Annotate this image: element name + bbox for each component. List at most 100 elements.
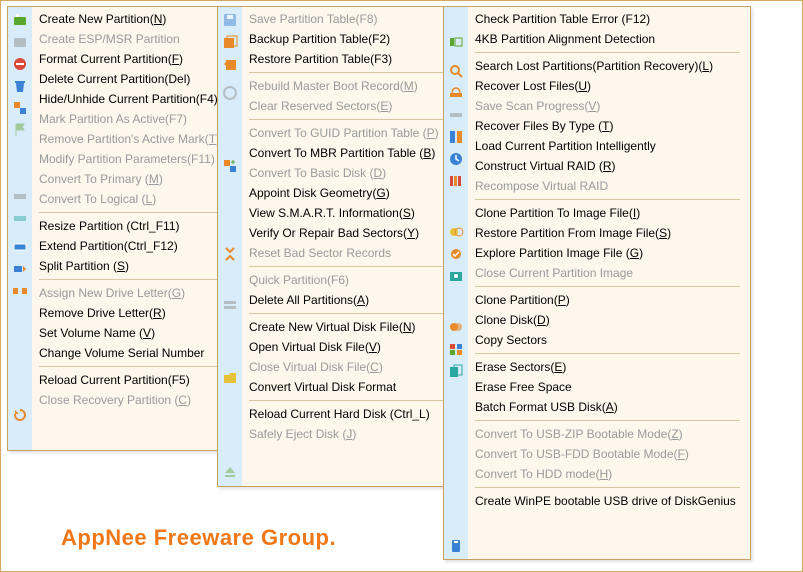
menu-item-create-new-virtual-disk-file-n[interactable]: Create New Virtual Disk File(N) [245,317,449,337]
menu-item-convert-virtual-disk-format[interactable]: Convert Virtual Disk Format [245,377,449,397]
menu-item-label: Backup Partition Table(F2) [245,29,400,49]
clone1-icon [445,316,467,338]
restore-icon [219,53,241,75]
menu-item-clone-partition-to-image-file-i[interactable]: Clone Partition To Image File(I) [471,203,746,223]
menu-item-remove-partition-s-active-mark-t: Remove Partition's Active Mark(T) [35,129,230,149]
menu-item-open-virtual-disk-file-v[interactable]: Open Virtual Disk File(V) [245,337,449,357]
mnemonic-underline: V [143,326,151,340]
menu-item-search-lost-partitions-partition-recover[interactable]: Search Lost Partitions(Partition Recover… [471,56,746,76]
menu-item-restore-partition-table-f3[interactable]: Restore Partition Table(F3) [245,49,449,69]
menu-separator [475,420,740,421]
menu-item-label: Search Lost Partitions(Partition Recover… [471,56,723,76]
blank-icon [219,177,241,199]
blank-icon [445,433,467,455]
menu-item-recover-lost-files-u[interactable]: Recover Lost Files(U) [471,76,746,96]
mnemonic-underline: D [373,166,382,180]
resize-icon [9,236,31,258]
menu-item-resize-partition-ctrl-f11[interactable]: Resize Partition (Ctrl_F11) [35,216,230,236]
blank-icon [445,287,467,309]
menu-item-label: Restore Partition From Image File(S) [471,223,681,243]
menu-item-explore-partition-image-file-g[interactable]: Explore Partition Image File (G) [471,243,746,263]
menu-item-quick-partition-f6: Quick Partition(F6) [245,270,449,290]
menu-item-convert-to-mbr-partition-table-b[interactable]: Convert To MBR Partition Table (B) [245,143,449,163]
menu-separator [39,212,224,213]
menu-item-delete-all-partitions-a[interactable]: Delete All Partitions(A) [245,290,449,310]
menu-item-label: Explore Partition Image File (G) [471,243,653,263]
menu-item-clone-partition-p[interactable]: Clone Partition(P) [471,290,746,310]
menu-item-modify-partition-parameters-f11: Modify Partition Parameters(F11) [35,149,230,169]
blank-icon [219,411,241,433]
menu-item-load-current-partition-intelligently[interactable]: Load Current Partition Intelligently [471,136,746,156]
menu-item-backup-partition-table-f2[interactable]: Backup Partition Table(F2) [245,29,449,49]
menu-item-extend-partition-ctrl-f12[interactable]: Extend Partition(Ctrl_F12) [35,236,230,256]
menu-item-appoint-disk-geometry-g[interactable]: Appoint Disk Geometry(G) [245,183,449,203]
menu-item-copy-sectors[interactable]: Copy Sectors [471,330,746,350]
menu-item-erase-free-space[interactable]: Erase Free Space [471,377,746,397]
menu-item-construct-virtual-raid-r[interactable]: Construct Virtual RAID (R) [471,156,746,176]
trash-icon [9,75,31,97]
menu-item-label: Reset Bad Sector Records [245,243,401,263]
menu-item-label: Batch Format USB Disk(A) [471,397,628,417]
menu-item-recover-files-by-type-t[interactable]: Recover Files By Type (T) [471,116,746,136]
blank-icon [219,316,241,338]
menu-item-remove-drive-letter-r[interactable]: Remove Drive Letter(R) [35,303,230,323]
mnemonic-underline: M [149,172,159,186]
menu-item-clone-disk-d[interactable]: Clone Disk(D) [471,310,746,330]
menu-item-change-volume-serial-number[interactable]: Change Volume Serial Number [35,343,230,363]
menu-item-convert-to-guid-partition-table-p: Convert To GUID Partition Table (P) [245,123,449,143]
menu-item-label: Save Scan Progress(V) [471,96,610,116]
eject-icon [219,462,241,484]
menu-item-batch-format-usb-disk-a[interactable]: Batch Format USB Disk(A) [471,397,746,417]
menu-item-label: Remove Drive Letter(R) [35,303,176,323]
menu-item-reload-current-partition-f5[interactable]: Reload Current Partition(F5) [35,370,230,390]
blank-icon [219,440,241,462]
mnemonic-underline: P [427,126,435,140]
mnemonic-underline: H [600,467,609,481]
blank-icon [9,309,31,331]
menu-item-delete-current-partition-del[interactable]: Delete Current Partition(Del) [35,69,230,89]
menu-item-4kb-partition-alignment-detection[interactable]: 4KB Partition Alignment Detection [471,29,746,49]
menu-item-hide-unhide-current-partition-f4[interactable]: Hide/Unhide Current Partition(F4) [35,89,230,109]
menu-item-create-winpe-bootable-usb-drive-of-diskg[interactable]: Create WinPE bootable USB drive of DiskG… [471,491,746,511]
flag-icon [9,119,31,141]
menu-item-label: Resize Partition (Ctrl_F11) [35,216,189,236]
menu-item-view-s-m-a-r-t-information-s[interactable]: View S.M.A.R.T. Information(S) [245,203,449,223]
menu-item-close-recovery-partition-c: Close Recovery Partition (C) [35,390,230,410]
watermark-text: AppNee Freeware Group. [61,525,336,551]
menu-item-check-partition-table-error-f12[interactable]: Check Partition Table Error (F12) [471,9,746,29]
menu-item-label: 4KB Partition Alignment Detection [471,29,665,49]
menu-item-label: Convert To USB-ZIP Bootable Mode(Z) [471,424,693,444]
menu-item-save-scan-progress-v: Save Scan Progress(V) [471,96,746,116]
blank-icon [445,411,467,433]
mnemonic-underline: S [659,226,667,240]
menu-item-label: Mark Partition As Active(F7) [35,109,197,129]
blank-icon [445,389,467,411]
blank-icon [9,163,31,185]
menu-item-erase-sectors-e[interactable]: Erase Sectors(E) [471,357,746,377]
menu-icon-gutter [8,7,32,450]
menu-item-convert-to-usb-fdd-bootable-mode-f: Convert To USB-FDD Bootable Mode(F) [471,444,746,464]
menu-item-verify-or-repair-bad-sectors-y[interactable]: Verify Or Repair Bad Sectors(Y) [245,223,449,243]
menu-item-split-partition-s[interactable]: Split Partition (S) [35,256,230,276]
menu-item-label: Save Partition Table(F8) [245,9,388,29]
menu-item-set-volume-name-v[interactable]: Set Volume Name (V) [35,323,230,343]
menu-item-label: Quick Partition(F6) [245,270,359,290]
clone2-icon [445,338,467,360]
menu-icon-gutter [218,7,242,486]
menu-item-format-current-partition-f[interactable]: Format Current Partition(F) [35,49,230,69]
split-icon [9,280,31,302]
hide-icon [9,97,31,119]
mnemonic-underline: F [172,52,179,66]
menu-item-label: Extend Partition(Ctrl_F12) [35,236,188,256]
mnemonic-underline: M [404,79,414,93]
menu-item-close-virtual-disk-file-c: Close Virtual Disk File(C) [245,357,449,377]
menu-item-create-new-partition-n[interactable]: Create New Partition(N) [35,9,230,29]
menu-separator [249,119,443,120]
menu-item-restore-partition-from-image-file-s[interactable]: Restore Partition From Image File(S) [471,223,746,243]
menu-item-reload-current-hard-disk-ctrl-l[interactable]: Reload Current Hard Disk (Ctrl_L) [245,404,449,424]
menu-icon-gutter [444,7,468,559]
mnemonic-underline: Z [671,427,678,441]
menu-item-label: Split Partition (S) [35,256,139,276]
blank-icon [219,389,241,411]
menu-item-label: Set Volume Name (V) [35,323,165,343]
